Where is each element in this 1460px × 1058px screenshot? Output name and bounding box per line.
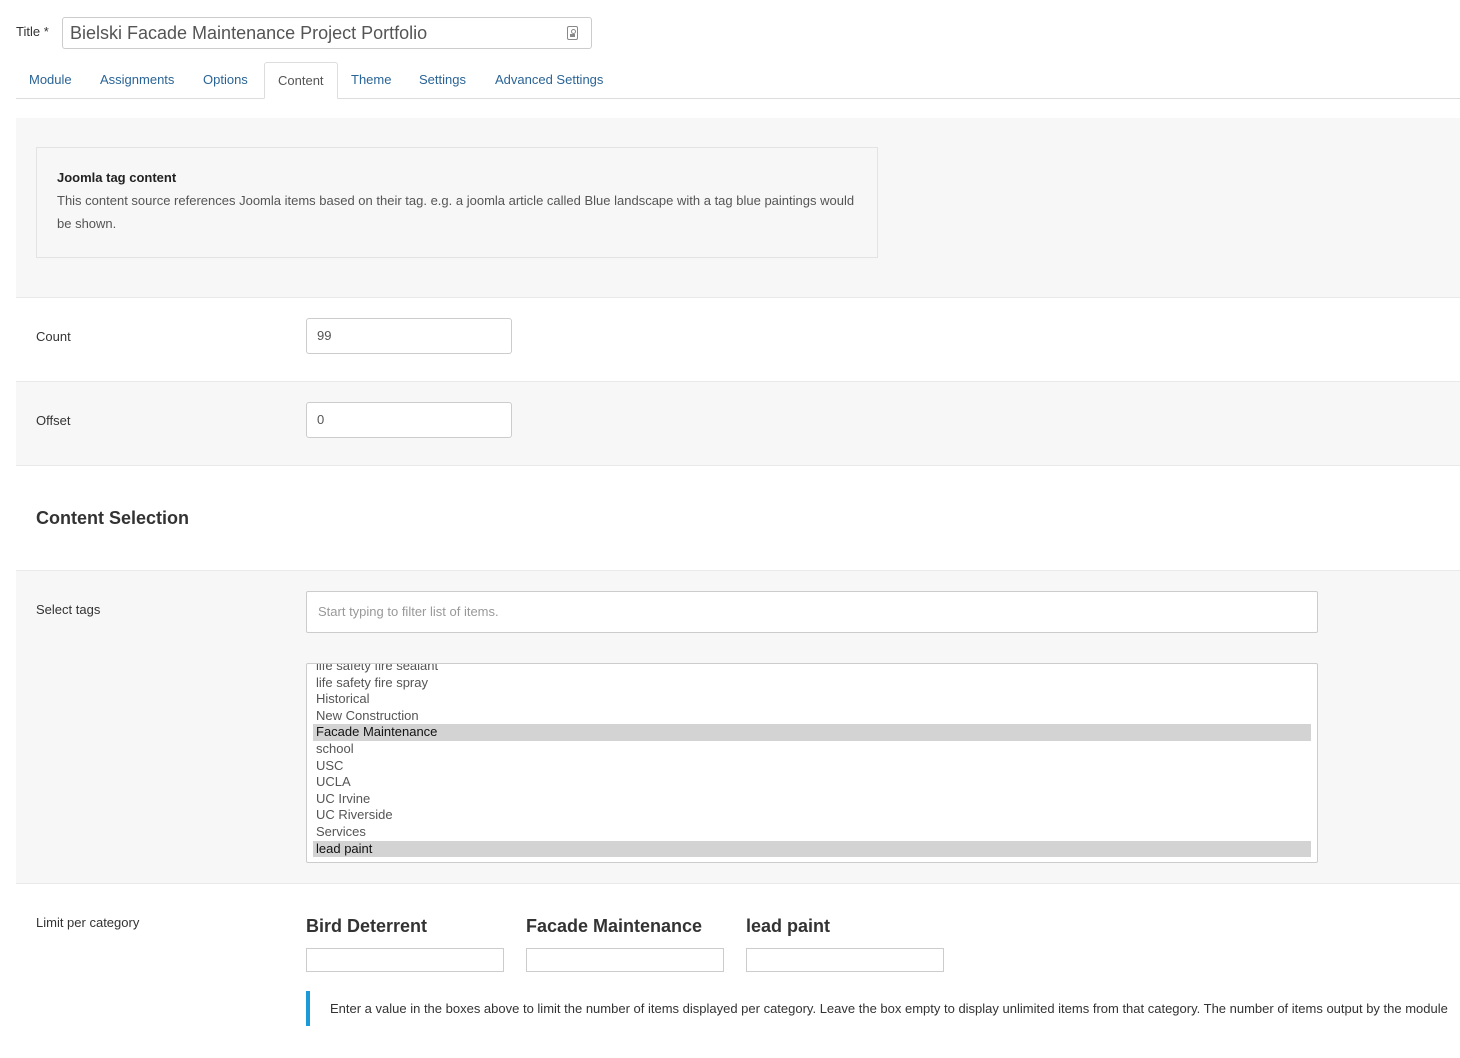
- list-item[interactable]: school: [313, 741, 1311, 758]
- count-label: Count: [36, 329, 71, 344]
- limit-input-facade-maintenance[interactable]: [526, 948, 724, 972]
- list-item[interactable]: USC: [313, 758, 1311, 775]
- list-item[interactable]: life safety fire sealant: [313, 664, 1311, 675]
- offset-input[interactable]: 0: [306, 402, 512, 438]
- list-item[interactable]: Historical: [313, 691, 1311, 708]
- limit-per-category-label: Limit per category: [36, 915, 140, 930]
- offset-label: Offset: [36, 413, 71, 428]
- limit-input-bird-deterrent[interactable]: [306, 948, 504, 972]
- list-item-selected[interactable]: Facade Maintenance: [313, 724, 1311, 741]
- tab-advanced-settings[interactable]: Advanced Settings: [482, 62, 616, 99]
- list-item[interactable]: life safety fire spray: [313, 675, 1311, 692]
- tab-bar: Module Assignments Options Content Theme…: [16, 62, 1460, 99]
- contact-card-icon[interactable]: [567, 26, 578, 40]
- content-selection-row: [16, 465, 1460, 571]
- select-tags-label: Select tags: [36, 602, 101, 617]
- list-item-selected[interactable]: lead paint: [313, 840, 1311, 858]
- category-heading-bird-deterrent: Bird Deterrent: [306, 916, 428, 936]
- tab-options[interactable]: Options: [190, 62, 261, 99]
- category-heading-lead-paint: lead paint: [746, 916, 831, 936]
- list-item[interactable]: UCLA: [313, 774, 1311, 791]
- list-item[interactable]: New Construction: [313, 708, 1311, 725]
- count-row: [16, 297, 1460, 382]
- offset-row: [16, 381, 1460, 466]
- list-item[interactable]: Services: [313, 824, 1311, 841]
- tab-settings[interactable]: Settings: [406, 62, 479, 99]
- tab-content[interactable]: Content: [264, 62, 338, 99]
- list-item[interactable]: UC Riverside: [313, 807, 1311, 824]
- tag-listbox[interactable]: life safety fire sealant life safety fir…: [306, 663, 1318, 863]
- info-box: Joomla tag content This content source r…: [36, 147, 878, 258]
- title-label: Title *: [16, 24, 49, 39]
- limit-input-lead-paint[interactable]: [746, 948, 944, 972]
- limit-help-note: Enter a value in the boxes above to limi…: [306, 991, 1460, 1026]
- list-item[interactable]: UC Irvine: [313, 791, 1311, 808]
- category-heading-facade-maintenance: Facade Maintenance: [526, 916, 703, 936]
- tab-theme[interactable]: Theme: [338, 62, 404, 99]
- info-text: This content source references Joomla it…: [57, 193, 855, 231]
- content-selection-heading: Content Selection: [36, 508, 190, 528]
- info-title: Joomla tag content: [57, 170, 177, 185]
- tab-assignments[interactable]: Assignments: [87, 62, 187, 99]
- title-input[interactable]: Bielski Facade Maintenance Project Portf…: [62, 17, 592, 49]
- count-input[interactable]: 99: [306, 318, 512, 354]
- tag-filter-input[interactable]: Start typing to filter list of items.: [306, 591, 1318, 633]
- limit-per-category-row: [16, 883, 1460, 1058]
- tab-module[interactable]: Module: [16, 62, 85, 99]
